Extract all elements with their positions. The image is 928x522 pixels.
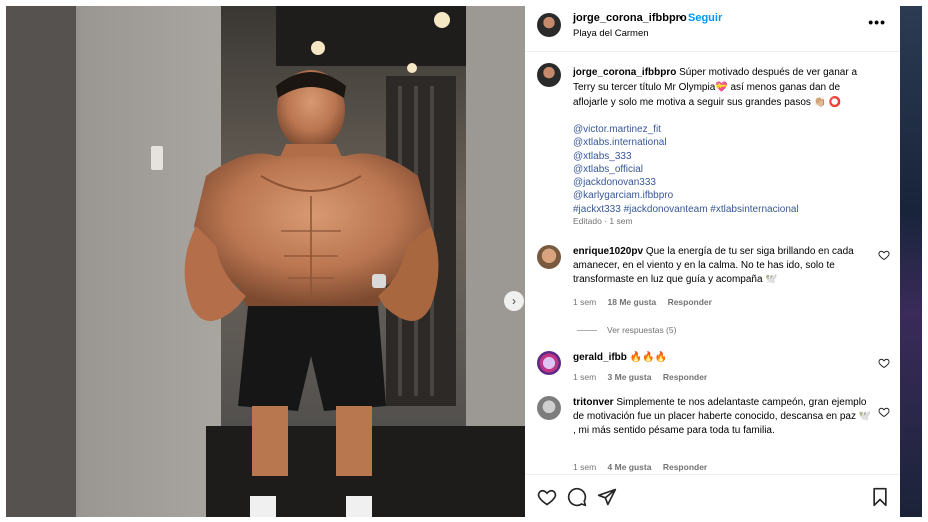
more-options-button[interactable]: •••: [868, 14, 886, 30]
post-actions: [525, 474, 900, 517]
comments-scroll-area[interactable]: jorge_corona_ifbbpro Súper motivado desp…: [525, 53, 900, 473]
header-username[interactable]: jorge_corona_ifbbpro: [573, 12, 687, 24]
caption-avatar[interactable]: [537, 63, 561, 87]
comment-username[interactable]: gerald_ifbb: [573, 352, 627, 363]
next-photo-button[interactable]: ›: [504, 291, 524, 311]
caption-mentions: @victor.martinez_fit @xtlabs.internation…: [573, 123, 799, 216]
location-link[interactable]: Playa del Carmen: [573, 28, 649, 39]
follow-button[interactable]: Seguir: [688, 12, 722, 24]
share-icon[interactable]: [597, 487, 617, 507]
heart-icon[interactable]: [878, 249, 890, 261]
comment-meta: 1 sem 18 Me gusta Responder: [573, 297, 721, 307]
heart-icon[interactable]: [878, 357, 890, 369]
comment-meta: 1 sem 4 Me gusta Responder: [573, 462, 716, 472]
comment-item: tritonver Simplemente te nos adelantaste…: [525, 396, 900, 473]
bodybuilder-photo: [6, 6, 525, 517]
comment-item: enrique1020pv Que la energía de tu ser s…: [525, 245, 900, 325]
comment-icon[interactable]: [567, 487, 587, 507]
caption-username[interactable]: jorge_corona_ifbbpro: [573, 67, 676, 78]
comment-body: Simplemente te nos adelantaste campeón, …: [573, 397, 872, 436]
comment-time: 1 sem: [573, 462, 597, 472]
avatar[interactable]: [537, 351, 561, 375]
view-replies-button[interactable]: Ver respuestas (5): [577, 325, 676, 335]
comment-time: 1 sem: [573, 372, 597, 382]
avatar[interactable]: [537, 396, 561, 420]
post-header: jorge_corona_ifbbpro • Seguir Playa del …: [525, 6, 900, 52]
post-panel: jorge_corona_ifbbpro • Seguir Playa del …: [525, 6, 900, 517]
comment-username[interactable]: tritonver: [573, 397, 614, 408]
instagram-post-modal: › jorge_corona_ifbbpro • Seguir Playa de…: [0, 0, 928, 522]
mention-link[interactable]: @jackdonovan333: [573, 176, 799, 189]
avatar[interactable]: [537, 13, 561, 37]
backdrop-right: [922, 0, 928, 522]
edited-timestamp: Editado · 1 sem: [573, 216, 633, 226]
comment-username[interactable]: enrique1020pv: [573, 246, 643, 257]
bookmark-icon[interactable]: [870, 487, 890, 507]
mention-link[interactable]: @xtlabs_official: [573, 163, 799, 176]
comment-likes[interactable]: 18 Me gusta: [608, 297, 657, 307]
heart-icon[interactable]: [878, 406, 890, 418]
avatar[interactable]: [537, 245, 561, 269]
heart-icon[interactable]: [537, 487, 557, 507]
replies-divider: [577, 330, 597, 332]
chevron-right-icon: ›: [512, 294, 516, 308]
comment-likes[interactable]: 3 Me gusta: [608, 372, 652, 382]
hashtag-links[interactable]: #jackxt333 #jackdonovanteam #xtlabsinter…: [573, 203, 799, 216]
post-caption: jorge_corona_ifbbpro Súper motivado desp…: [573, 65, 873, 110]
comment-item: gerald_ifbb 🔥🔥🔥 1 sem 3 Me gusta Respond…: [525, 351, 900, 387]
comment-text: gerald_ifbb 🔥🔥🔥: [573, 351, 873, 365]
comment-meta: 1 sem 3 Me gusta Responder: [573, 372, 716, 382]
separator-dot: •: [679, 12, 683, 24]
view-replies-label: Ver respuestas (5): [607, 325, 677, 335]
comment-text: enrique1020pv Que la energía de tu ser s…: [573, 245, 873, 287]
mention-link[interactable]: @victor.martinez_fit: [573, 123, 799, 136]
comment-body: 🔥🔥🔥: [629, 352, 668, 363]
mention-link[interactable]: @karlygarciam.ifbbpro: [573, 189, 799, 202]
reply-button[interactable]: Responder: [663, 372, 707, 382]
reply-button[interactable]: Responder: [668, 297, 712, 307]
reply-button[interactable]: Responder: [663, 462, 707, 472]
mention-link[interactable]: @xtlabs_333: [573, 150, 799, 163]
background-page-strip: [900, 6, 922, 517]
comment-time: 1 sem: [573, 297, 597, 307]
mention-link[interactable]: @xtlabs.international: [573, 136, 799, 149]
comment-likes[interactable]: 4 Me gusta: [608, 462, 652, 472]
comment-text: tritonver Simplemente te nos adelantaste…: [573, 396, 873, 438]
post-photo[interactable]: ›: [6, 6, 525, 517]
